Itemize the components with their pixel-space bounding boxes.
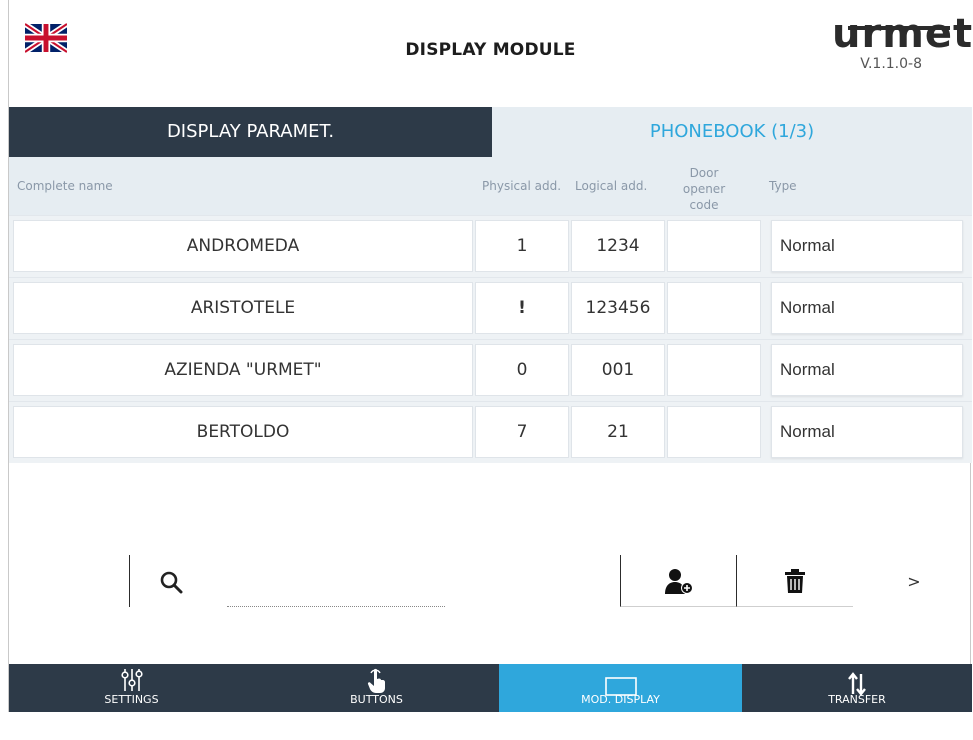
- app-window: DISPLAY MODULE urmet V.1.1.0-8 DISPLAY P…: [8, 0, 972, 712]
- header: DISPLAY MODULE urmet V.1.1.0-8: [9, 0, 972, 107]
- cell-name[interactable]: ANDROMEDA: [13, 220, 473, 272]
- nav-transfer-label: TRANSFER: [828, 693, 886, 706]
- table-row: BERTOLDO 7 21 Normal: [9, 401, 972, 463]
- cell-type-select[interactable]: Normal: [771, 282, 963, 334]
- cell-logical[interactable]: 1234: [571, 220, 665, 272]
- column-header-name: Complete name: [17, 179, 113, 193]
- nav-mod-display-label: MOD. DISPLAY: [581, 693, 660, 706]
- cell-name[interactable]: BERTOLDO: [13, 406, 473, 458]
- tab-phonebook[interactable]: PHONEBOOK (1/3): [492, 107, 972, 157]
- search-divider: [129, 555, 130, 607]
- table-header: Complete name Physical add. Logical add.…: [9, 157, 972, 215]
- cell-door[interactable]: [667, 344, 761, 396]
- toolbar: >: [9, 545, 972, 625]
- brand-logo: urmet V.1.1.0-8: [832, 11, 973, 72]
- brand-logo-bar: [848, 26, 950, 30]
- table-row: AZIENDA "URMET" 0 001 Normal: [9, 339, 972, 401]
- column-header-physical: Physical add.: [482, 179, 562, 193]
- cell-type-select[interactable]: Normal: [771, 406, 963, 458]
- table-row: ANDROMEDA 1 1234 Normal: [9, 215, 972, 277]
- nav-buttons-label: BUTTONS: [350, 693, 403, 706]
- hand-pointer-icon: [367, 668, 385, 693]
- tab-display-paramet[interactable]: DISPLAY PARAMET.: [9, 107, 492, 157]
- cell-door[interactable]: [667, 406, 761, 458]
- cell-physical[interactable]: 7: [475, 406, 569, 458]
- nav-buttons[interactable]: BUTTONS: [254, 664, 499, 712]
- tab-bar: DISPLAY PARAMET. PHONEBOOK (1/3): [9, 107, 972, 157]
- nav-transfer[interactable]: TRANSFER: [742, 664, 972, 712]
- cell-physical-warning[interactable]: !: [475, 282, 569, 334]
- nav-settings[interactable]: SETTINGS: [9, 664, 254, 712]
- delete-button[interactable]: [736, 555, 853, 607]
- column-header-door: Door opener code: [682, 166, 726, 212]
- page-title: DISPLAY MODULE: [405, 40, 576, 60]
- cell-name[interactable]: AZIENDA "URMET": [13, 344, 473, 396]
- table-row: ARISTOTELE ! 123456 Normal: [9, 277, 972, 339]
- nav-mod-display[interactable]: MOD. DISPLAY: [499, 664, 742, 712]
- column-header-type: Type: [769, 179, 797, 193]
- cell-door[interactable]: [667, 282, 761, 334]
- phonebook-table: ANDROMEDA 1 1234 Normal ARISTOTELE ! 123…: [9, 215, 972, 463]
- cell-name[interactable]: ARISTOTELE: [13, 282, 473, 334]
- version-label: V.1.1.0-8: [860, 56, 922, 72]
- trash-icon: [785, 568, 805, 593]
- cell-type-select[interactable]: Normal: [771, 220, 963, 272]
- brand-logo-text: urmet: [832, 11, 973, 57]
- cell-logical[interactable]: 001: [571, 344, 665, 396]
- add-user-icon: [664, 568, 693, 594]
- sliders-icon: [120, 669, 143, 691]
- add-user-button[interactable]: [620, 555, 736, 607]
- cell-logical[interactable]: 21: [571, 406, 665, 458]
- nav-settings-label: SETTINGS: [104, 693, 159, 706]
- cell-physical[interactable]: 1: [475, 220, 569, 272]
- next-page-button[interactable]: >: [889, 555, 939, 607]
- cell-type-select[interactable]: Normal: [771, 344, 963, 396]
- search-icon[interactable]: [159, 570, 183, 594]
- cell-physical[interactable]: 0: [475, 344, 569, 396]
- cell-door[interactable]: [667, 220, 761, 272]
- cell-logical[interactable]: 123456: [571, 282, 665, 334]
- bottom-nav: SETTINGS BUTTONS MOD. DISPLAY TRANSFER: [9, 664, 972, 712]
- search-input[interactable]: [227, 581, 445, 607]
- column-header-logical: Logical add.: [575, 179, 648, 193]
